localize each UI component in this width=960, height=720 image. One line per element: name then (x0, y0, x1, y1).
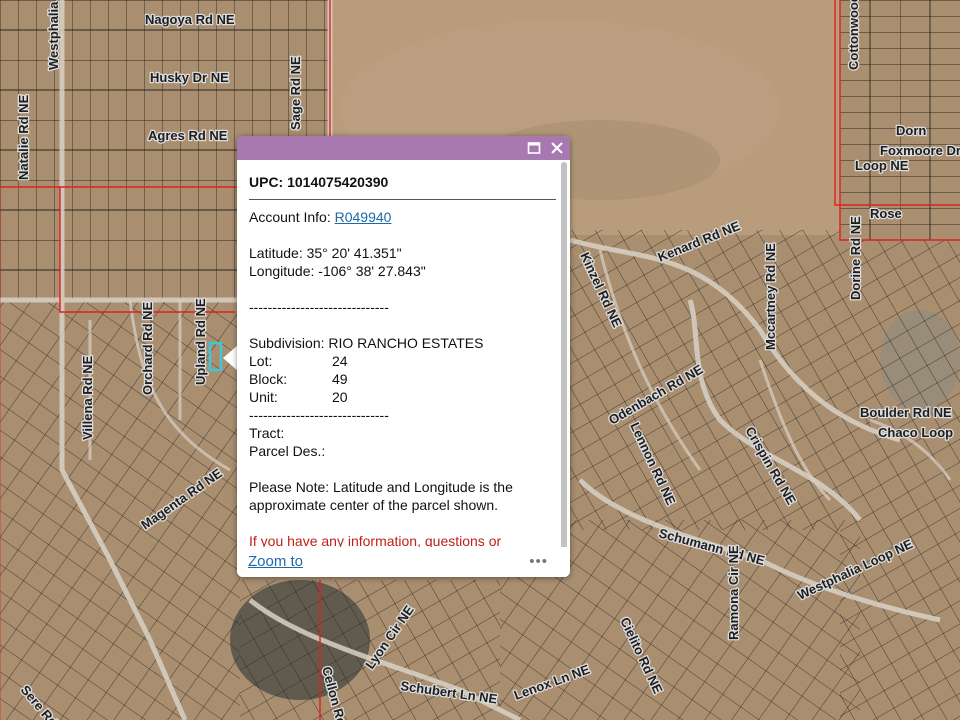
block-label: Block: (249, 371, 288, 387)
lot-value: 24 (332, 353, 348, 369)
maximize-icon (527, 142, 541, 154)
separator: ------------------------------ (249, 407, 389, 423)
close-button[interactable] (547, 138, 567, 158)
road-label: Ramona Cir NE (726, 545, 741, 640)
account-link[interactable]: R049940 (335, 209, 392, 225)
block-value: 49 (332, 371, 348, 387)
scroll-thumb[interactable] (561, 162, 567, 577)
popup-title: UPC: 1014075420390 (249, 160, 556, 200)
unit-value: 20 (332, 389, 348, 405)
road-label: Natalie Rd NE (16, 94, 31, 180)
tract-text: Tract: (249, 425, 285, 441)
road-label: Dorn (896, 123, 926, 138)
lot-row: Lot: 24 (249, 352, 556, 370)
parcel-popup: UPC: 1014075420390 Account Info: R049940… (237, 136, 570, 577)
lot-label: Lot: (249, 353, 273, 369)
road-label: Chaco Loop (878, 425, 953, 440)
unit-label: Unit: (249, 389, 278, 405)
road-label: Dorine Rd NE (848, 216, 863, 300)
road-label: Villena Rd NE (80, 355, 95, 440)
popup-content[interactable]: UPC: 1014075420390 Account Info: R049940… (249, 160, 556, 547)
separator: ------------------------------ (249, 299, 389, 315)
road-label: Foxmoore Dr (880, 143, 960, 158)
subdivision-text: Subdivision: RIO RANCHO ESTATES (249, 335, 484, 351)
road-label: Upland Rd NE (193, 298, 208, 385)
road-label: Agres Rd NE (148, 128, 228, 143)
zoom-to-link[interactable]: Zoom to (248, 553, 303, 570)
road-label: Boulder Rd NE (860, 405, 952, 420)
road-label: Rose (870, 206, 902, 221)
info-request-text: If you have any information, questions o… (249, 533, 502, 547)
road-label: Westphalia Blvd NE (46, 0, 61, 70)
road-label: Cottonwood (846, 0, 861, 70)
maximize-button[interactable] (524, 138, 544, 158)
block-row: Block: 49 (249, 370, 556, 388)
road-label: Loop NE (855, 158, 909, 173)
popup-scrollbar[interactable] (561, 162, 567, 577)
more-options-button[interactable]: ••• (529, 553, 548, 570)
road-label: Nagoya Rd NE (145, 12, 235, 27)
account-label: Account Info: (249, 209, 335, 225)
road-label: Orchard Rd NE (140, 301, 155, 395)
close-icon (551, 142, 563, 154)
account-info: Account Info: R049940 (249, 208, 556, 226)
latitude-text: Latitude: 35° 20' 41.351" (249, 245, 402, 261)
popup-footer: Zoom to ••• (237, 547, 570, 577)
road-label: Mccartney Rd NE (763, 243, 778, 350)
road-label: Sage Rd NE (288, 56, 303, 130)
parcel-des-text: Parcel Des.: (249, 443, 326, 459)
longitude-text: Longitude: -106° 38' 27.843" (249, 263, 426, 279)
road-label: Husky Dr NE (150, 70, 229, 85)
popup-header (237, 136, 570, 160)
popup-pointer (223, 345, 238, 371)
unit-row: Unit: 20 (249, 388, 556, 406)
note-text: Please Note: Latitude and Longitude is t… (249, 479, 513, 513)
